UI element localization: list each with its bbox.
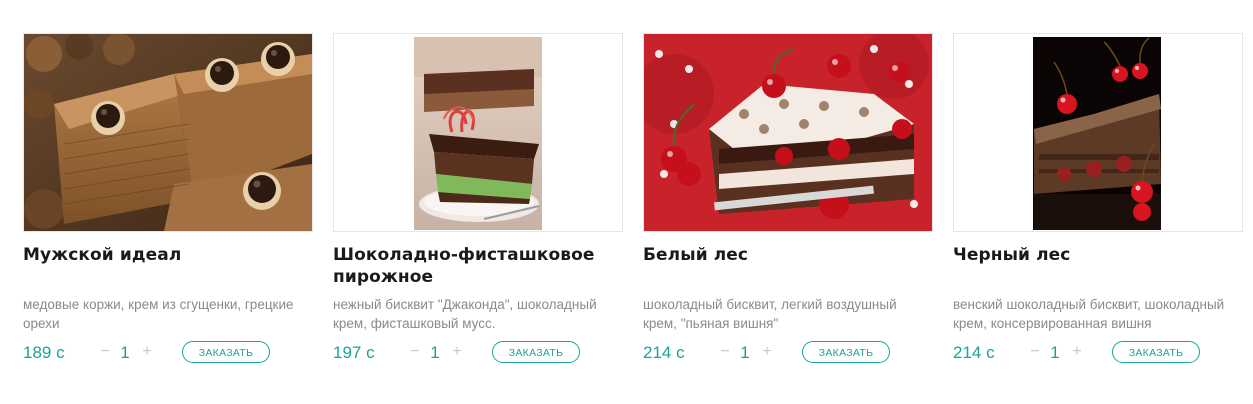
order-button[interactable]: ЗАКАЗАТЬ <box>182 341 270 363</box>
buy-row: 197 с − 1 + ЗАКАЗАТЬ <box>333 341 623 367</box>
quantity-increase-button[interactable]: + <box>1070 343 1084 361</box>
product-price: 197 с <box>333 343 375 362</box>
order-button[interactable]: ЗАКАЗАТЬ <box>1112 341 1200 363</box>
product-price: 189 с <box>23 343 65 362</box>
product-image[interactable] <box>23 33 313 232</box>
product-image[interactable] <box>333 33 623 232</box>
product-title[interactable]: Шоколадно-фисташковое пирожное <box>333 244 623 288</box>
quantity-decrease-button[interactable]: − <box>718 343 732 361</box>
buy-row: 214 с − 1 + ЗАКАЗАТЬ <box>953 341 1243 367</box>
product-card: Белый лес шоколадный бисквит, легкий воз… <box>643 33 933 373</box>
quantity-value: 1 <box>120 343 130 362</box>
product-image[interactable] <box>643 33 933 232</box>
quantity-increase-button[interactable]: + <box>140 343 154 361</box>
product-description: медовые коржи, крем из сгущенки, грецкие… <box>23 297 294 331</box>
quantity-value: 1 <box>740 343 750 362</box>
order-button[interactable]: ЗАКАЗАТЬ <box>492 341 580 363</box>
product-price: 214 с <box>643 343 685 362</box>
product-card: Шоколадно-фисташковое пирожное нежный би… <box>333 33 623 373</box>
product-grid: Мужской идеал медовые коржи, крем из сгу… <box>0 0 1253 404</box>
product-price: 214 с <box>953 343 995 362</box>
buy-row: 189 с − 1 + ЗАКАЗАТЬ <box>23 341 313 367</box>
product-title[interactable]: Мужской идеал <box>23 244 313 266</box>
product-description: нежный бисквит "Джаконда", шоколадный кр… <box>333 297 597 331</box>
product-card: Черный лес венский шоколадный бисквит, ш… <box>953 33 1243 373</box>
quantity-decrease-button[interactable]: − <box>408 343 422 361</box>
quantity-increase-button[interactable]: + <box>450 343 464 361</box>
order-button[interactable]: ЗАКАЗАТЬ <box>802 341 890 363</box>
quantity-increase-button[interactable]: + <box>760 343 774 361</box>
quantity-decrease-button[interactable]: − <box>98 343 112 361</box>
quantity-decrease-button[interactable]: − <box>1028 343 1042 361</box>
buy-row: 214 с − 1 + ЗАКАЗАТЬ <box>643 341 933 367</box>
product-title[interactable]: Черный лес <box>953 244 1243 266</box>
quantity-value: 1 <box>430 343 440 362</box>
quantity-value: 1 <box>1050 343 1060 362</box>
product-description: шоколадный бисквит, легкий воздушный кре… <box>643 297 897 331</box>
product-image[interactable] <box>953 33 1243 232</box>
product-title[interactable]: Белый лес <box>643 244 933 266</box>
product-description: венский шоколадный бисквит, шоколадный к… <box>953 297 1225 331</box>
product-card: Мужской идеал медовые коржи, крем из сгу… <box>23 33 313 373</box>
